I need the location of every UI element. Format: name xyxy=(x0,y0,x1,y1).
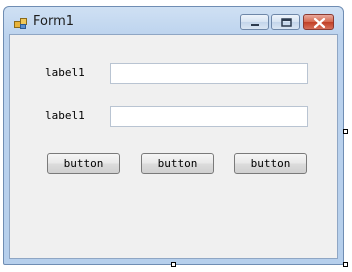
resize-grip-right[interactable] xyxy=(343,129,348,134)
label-2: label1 xyxy=(45,109,85,122)
form-window[interactable]: Form1 label1 label1 button button button xyxy=(3,6,344,265)
button-3[interactable]: button xyxy=(234,153,307,174)
form-app-icon xyxy=(14,15,28,29)
window-title: Form1 xyxy=(33,14,75,29)
resize-grip-corner[interactable] xyxy=(343,262,348,267)
textbox-1[interactable] xyxy=(110,63,308,84)
resize-grip-bottom[interactable] xyxy=(171,262,176,267)
button-1[interactable]: button xyxy=(47,153,120,174)
textbox-2[interactable] xyxy=(110,106,308,127)
button-2[interactable]: button xyxy=(141,153,214,174)
maximize-icon xyxy=(281,18,292,27)
designer-surface: Form1 label1 label1 button button button xyxy=(0,0,352,272)
label-1: label1 xyxy=(45,66,85,79)
form-client-area: label1 label1 button button button xyxy=(9,34,338,259)
close-icon xyxy=(313,17,326,29)
minimize-button[interactable] xyxy=(240,14,269,30)
title-bar[interactable]: Form1 xyxy=(4,7,343,35)
minimize-icon xyxy=(251,24,259,26)
close-button[interactable] xyxy=(303,14,334,30)
maximize-button[interactable] xyxy=(271,14,300,30)
